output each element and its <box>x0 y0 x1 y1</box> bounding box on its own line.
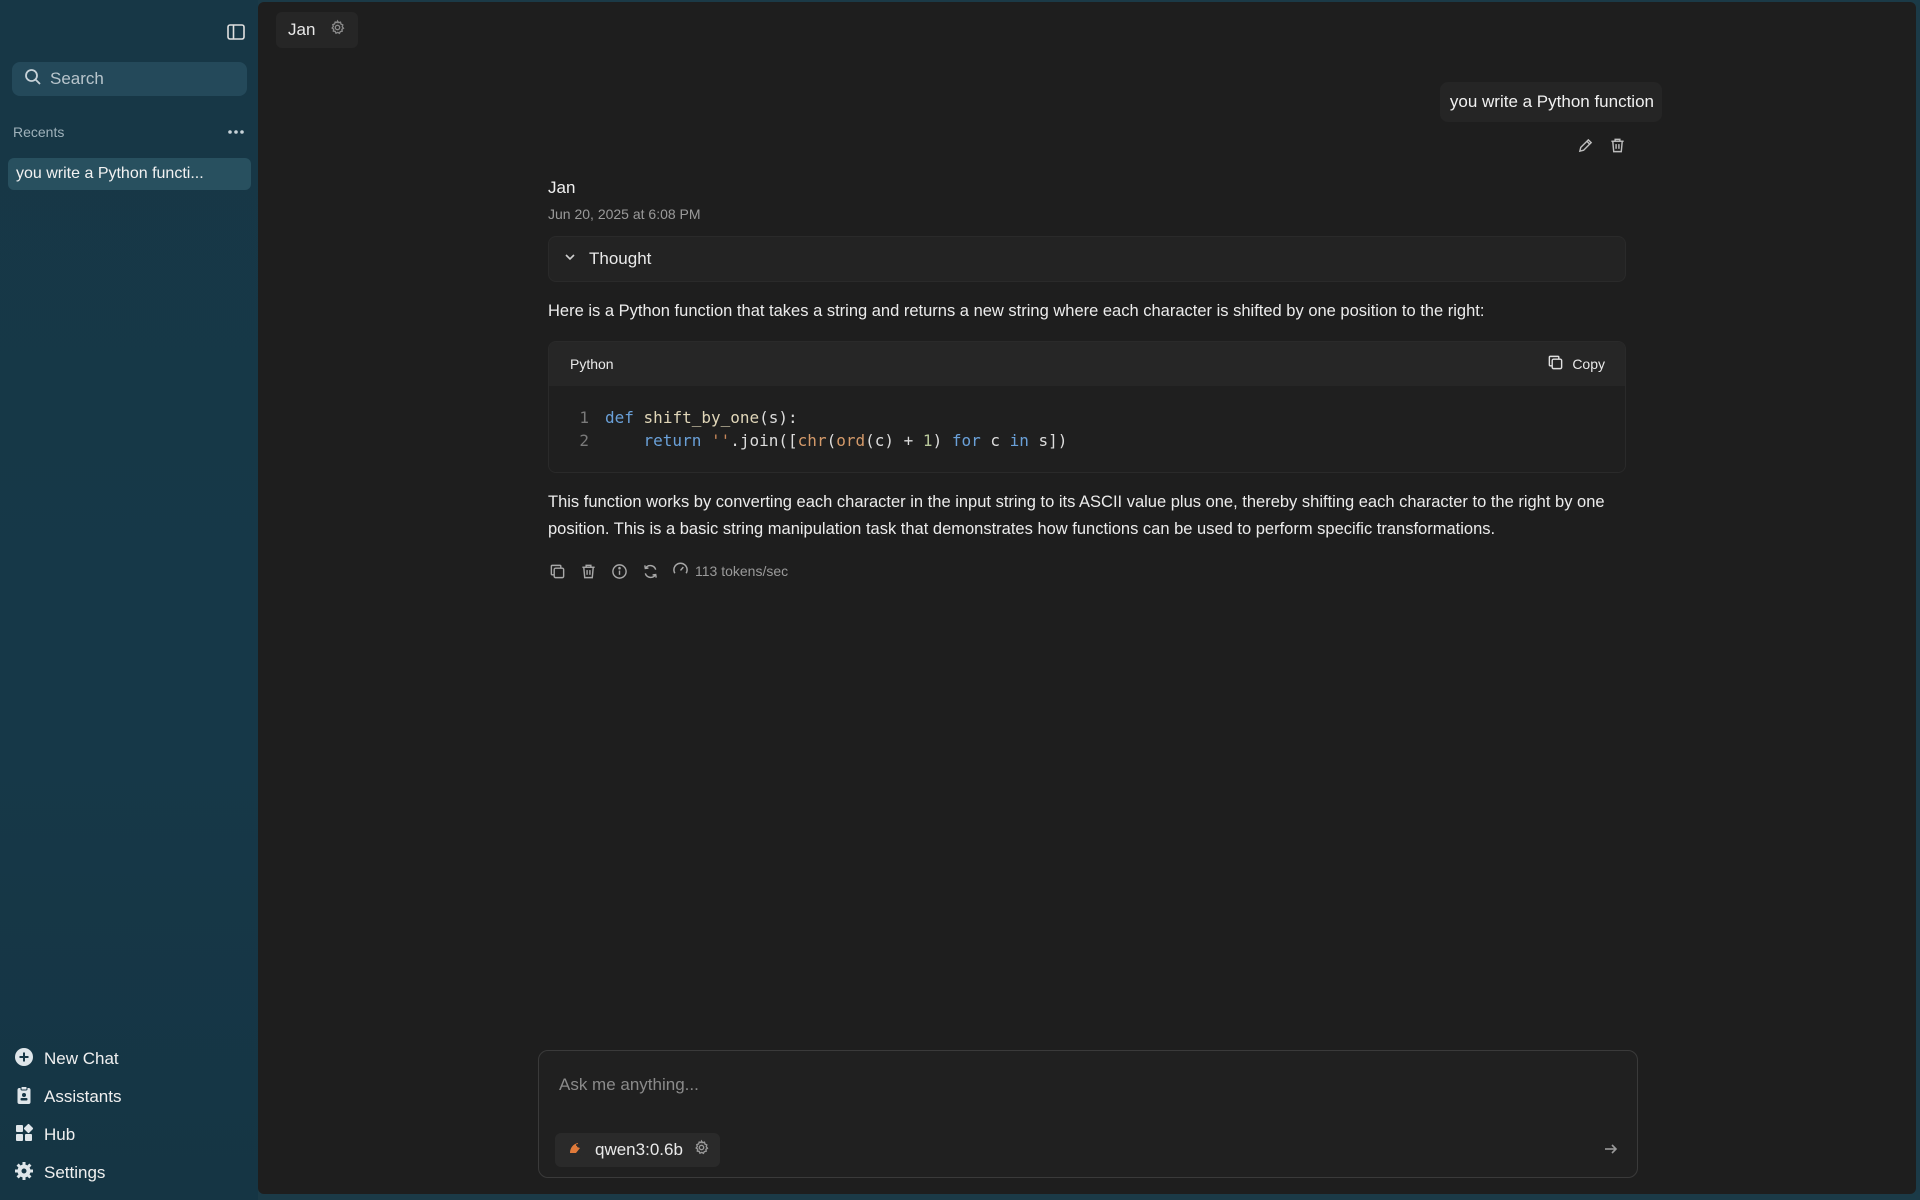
token-speed-label: 113 tokens/sec <box>695 563 789 579</box>
recent-chat-item[interactable]: you write a Python functi... <box>8 158 251 190</box>
gear-icon[interactable] <box>693 1139 710 1161</box>
main-panel: Jan you write a Python function Jan Jun … <box>258 2 1916 1194</box>
gear-icon[interactable] <box>329 19 346 41</box>
code-header: Python Copy <box>549 342 1625 386</box>
clipboard-icon <box>14 1085 34 1110</box>
sidebar-item-label: Assistants <box>44 1087 122 1106</box>
line-number: 1 <box>579 408 589 427</box>
more-options-icon[interactable] <box>224 120 248 144</box>
search-icon <box>24 68 42 91</box>
chevron-down-icon <box>563 249 577 269</box>
gauge-icon <box>672 561 689 581</box>
code-line: 2 return ''.join([chr(ord(c) + 1) for c … <box>549 429 1625 452</box>
code-block: Python Copy 1 def shift_by_one(s): 2 ret… <box>548 341 1626 473</box>
line-number: 2 <box>579 431 589 450</box>
user-message: you write a Python function <box>1439 82 1662 122</box>
trash-icon[interactable] <box>1608 136 1626 154</box>
gear-icon <box>14 1161 34 1186</box>
response-actions: 113 tokens/sec <box>548 561 1626 581</box>
search-box[interactable] <box>12 62 247 96</box>
tab-title: Jan <box>288 20 316 39</box>
code-text: def shift_by_one(s): <box>605 408 798 427</box>
recents-label: Recents <box>13 124 65 140</box>
plus-circle-icon <box>14 1047 34 1072</box>
search-input[interactable] <box>50 69 230 89</box>
model-logo-icon <box>565 1138 585 1163</box>
thought-toggle[interactable]: Thought <box>548 236 1626 282</box>
copy-icon <box>1547 354 1564 374</box>
sidebar-item-settings[interactable]: Settings <box>14 1154 121 1192</box>
message-timestamp: Jun 20, 2025 at 6:08 PM <box>548 206 701 222</box>
model-selector[interactable]: qwen3:0.6b <box>555 1133 720 1167</box>
chat-composer: qwen3:0.6b <box>538 1050 1638 1178</box>
send-arrow-icon[interactable] <box>1603 1141 1619 1162</box>
grid-icon <box>14 1123 34 1148</box>
message-input[interactable] <box>559 1075 1599 1105</box>
edit-icon[interactable] <box>1576 136 1594 154</box>
token-speed: 113 tokens/sec <box>672 561 788 581</box>
sidebar-toggle-icon[interactable] <box>224 20 248 44</box>
sidebar-nav: New Chat Assistants Hub Settings <box>14 1040 121 1192</box>
sidebar-item-label: New Chat <box>44 1049 119 1068</box>
response-outro: This function works by converting each c… <box>548 493 1605 538</box>
info-icon[interactable] <box>610 562 628 580</box>
code-body: 1 def shift_by_one(s): 2 return ''.join(… <box>549 386 1625 472</box>
copy-icon[interactable] <box>548 562 566 580</box>
trash-icon[interactable] <box>579 562 597 580</box>
sidebar-item-new-chat[interactable]: New Chat <box>14 1040 121 1078</box>
regenerate-icon[interactable] <box>641 562 659 580</box>
code-line: 1 def shift_by_one(s): <box>549 406 1625 429</box>
tab-assistant[interactable]: Jan <box>276 12 359 48</box>
sidebar-item-label: Hub <box>44 1125 76 1144</box>
user-message-actions <box>1576 136 1626 154</box>
sidebar-item-hub[interactable]: Hub <box>14 1116 121 1154</box>
code-text: return ''.join([chr(ord(c) + 1) for c in… <box>643 431 1068 450</box>
sidebar-item-label: Settings <box>44 1163 106 1182</box>
sidebar: Recents you write a Python functi... New… <box>0 0 258 1200</box>
sidebar-item-assistants[interactable]: Assistants <box>14 1078 121 1116</box>
code-language: Python <box>570 356 614 372</box>
copy-code-button[interactable]: Copy <box>1547 354 1605 374</box>
model-name: qwen3:0.6b <box>595 1140 683 1159</box>
thought-label: Thought <box>589 249 652 268</box>
copy-label: Copy <box>1572 356 1605 372</box>
response-intro: Here is a Python function that takes a s… <box>548 302 1485 320</box>
assistant-name: Jan <box>548 178 576 197</box>
assistant-message: Jan Jun 20, 2025 at 6:08 PM Thought Here… <box>548 178 1626 581</box>
